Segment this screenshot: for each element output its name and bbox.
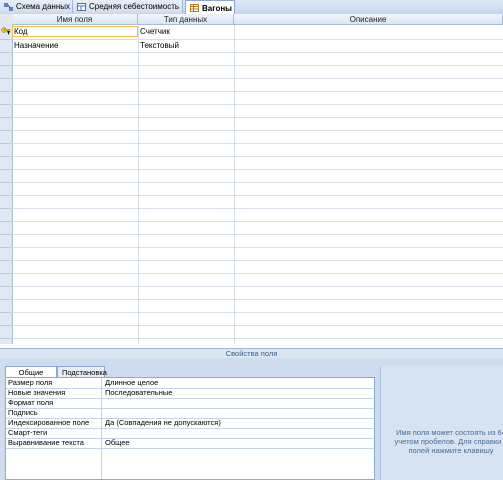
row-selector-line [0,104,12,105]
row-selector-line [0,312,12,313]
row-selector-line [0,156,12,157]
row-selector-line [0,52,12,53]
tab-relationships[interactable]: Схема данных [0,0,73,13]
grid-row-line [12,52,503,53]
property-label: Индексированное поле [8,418,90,427]
description-cell[interactable] [234,40,503,51]
row-selector-line [0,78,12,79]
field-name-cell[interactable]: Назначение [12,40,138,51]
row-selector-column[interactable] [0,14,13,344]
row-selector-line [0,338,12,339]
grid-row-line [12,247,503,248]
field-properties-table: Размер поля Длинное целое Новые значения… [5,377,375,480]
hint-line: полей нажмите клавишу [408,446,494,455]
grid-row-line [12,156,503,157]
grid-row-line [12,104,503,105]
description-cell[interactable] [234,26,503,37]
tab-wagons[interactable]: Вагоны [185,0,235,15]
primary-key-icon [1,27,11,35]
grid-row-line [12,312,503,313]
grid-row-line [12,117,503,118]
property-label: Формат поля [8,398,54,407]
tab-label: Схема данных [16,2,71,11]
grid-row-line [12,65,503,66]
property-label: Выравнивание текста [8,438,84,447]
grid-row-line [12,169,503,170]
row-selector-line [0,286,12,287]
row-selector-line [0,234,12,235]
field-name-cell[interactable]: Код [12,26,138,37]
row-selector-line [0,325,12,326]
grid-row-line [12,286,503,287]
property-label: Новые значения [8,388,66,397]
grid-row-line [12,338,503,339]
query-icon [77,2,86,11]
row-selector-line [0,65,12,66]
row-selector-line [0,260,12,261]
grid-row-line [12,182,503,183]
property-row[interactable]: Выравнивание текста Общее [6,438,374,449]
data-type-cell[interactable]: Счетчик [138,26,234,37]
grid-row-line [12,299,503,300]
row-selector-line [0,130,12,131]
grid-row-line [12,78,503,79]
column-header-description[interactable]: Описание [234,14,503,25]
grid-row-line [12,221,503,222]
column-header-data-type[interactable]: Тип данных [138,14,234,25]
row-selector-line [0,117,12,118]
property-value[interactable]: Общее [103,438,130,448]
relationships-icon [4,2,13,11]
row-selector-line [0,169,12,170]
row-selector-line [0,299,12,300]
grid-row-line [12,234,503,235]
table-icon [190,4,199,12]
row-selector-line [0,91,12,92]
tab-label: Вагоны [202,3,233,13]
grid-row-line [12,273,503,274]
grid-row-line [12,260,503,261]
row-selector-line [0,273,12,274]
property-label: Размер поля [8,378,53,387]
property-value[interactable]: Длинное целое [103,378,158,388]
row-selector-line [0,143,12,144]
row-selector-line [0,247,12,248]
grid-row-line [12,325,503,326]
property-hint-box: Имя поля может состоять из 64 учетом про… [380,366,503,480]
grid-row-line [12,208,503,209]
property-value[interactable]: Да (Совпадения не допускаются) [103,418,221,428]
hint-line: Имя поля может состоять из 64 [396,428,503,437]
tab-label: Средняя себестоимость [89,2,180,11]
document-tab-strip: Схема данных Средняя себестоимость Вагон… [0,0,503,15]
row-selector-line [0,195,12,196]
hint-line: учетом пробелов. Для справки п [394,437,503,446]
column-divider [138,25,139,344]
data-type-cell[interactable]: Текстовый [138,40,234,51]
column-header-field-name[interactable]: Имя поля [12,14,138,25]
row-selector-line [0,221,12,222]
property-hint-text: Имя поля может состоять из 64 учетом про… [381,428,503,455]
row-selector-line [0,39,12,40]
property-label: Подпись [8,408,38,417]
property-value[interactable]: Последовательные [103,388,172,398]
property-label: Смарт-теги [8,428,48,437]
grid-row-line [12,195,503,196]
field-design-grid: Имя поля Тип данных Описание Код Счетчик… [0,14,503,344]
grid-row-line [12,130,503,131]
tab-average-cost[interactable]: Средняя себестоимость [73,0,183,13]
tab-lookup[interactable]: Подстановка [57,366,107,377]
column-divider [234,25,235,344]
grid-row-line [12,143,503,144]
grid-row-line [12,91,503,92]
row-selector-line [0,182,12,183]
row-selector-line [0,208,12,209]
